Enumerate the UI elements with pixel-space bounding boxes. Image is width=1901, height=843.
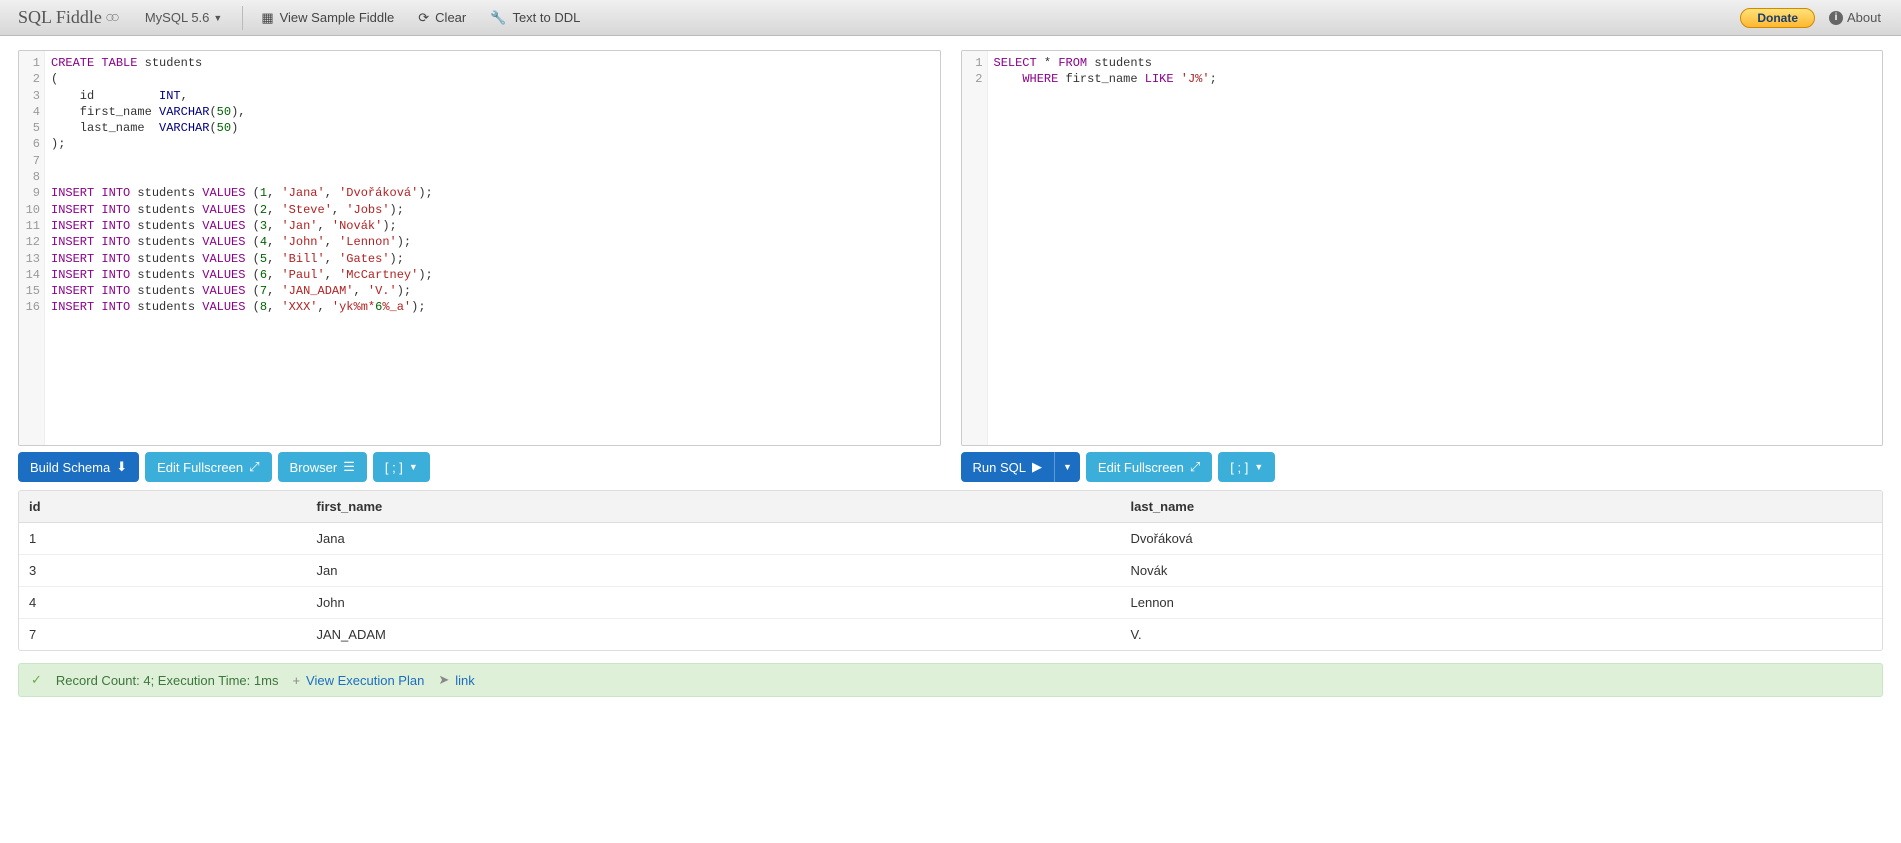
run-sql-group: Run SQL ▶ ▼	[961, 452, 1080, 482]
query-fullscreen-button[interactable]: Edit Fullscreen ⤢	[1086, 452, 1212, 482]
run-sql-dropdown[interactable]: ▼	[1054, 452, 1080, 482]
view-sample-label: View Sample Fiddle	[280, 10, 395, 25]
table-cell: Lennon	[1121, 587, 1883, 619]
db-engine-selector[interactable]: MySQL 5.6 ▼	[131, 10, 236, 25]
action-rows: Build Schema ⬇ Edit Fullscreen ⤢ Browser…	[0, 452, 1901, 490]
column-header: last_name	[1121, 491, 1883, 523]
table-cell: JAN_ADAM	[307, 619, 1121, 651]
permalink-group[interactable]: ➤ link	[438, 672, 474, 688]
refresh-icon: ⟳	[418, 10, 429, 26]
logo[interactable]: SQL Fiddle	[6, 7, 131, 28]
wrench-icon: 🔧	[490, 10, 506, 26]
donate-button[interactable]: Donate	[1740, 8, 1815, 28]
topbar: SQL Fiddle MySQL 5.6 ▼ ▦ View Sample Fid…	[0, 0, 1901, 36]
clear-button[interactable]: ⟳ Clear	[406, 10, 478, 26]
text-to-ddl-button[interactable]: 🔧 Text to DDL	[478, 10, 592, 26]
table-cell: Jana	[307, 523, 1121, 555]
about-button[interactable]: i About	[1815, 10, 1895, 25]
table-cell: Dvořáková	[1121, 523, 1883, 555]
expand-icon: ⤢	[1190, 459, 1200, 475]
exec-plan-link[interactable]: View Execution Plan	[306, 673, 424, 688]
run-sql-button[interactable]: Run SQL ▶	[961, 452, 1054, 482]
table-cell: V.	[1121, 619, 1883, 651]
exec-plan-group[interactable]: + View Execution Plan	[292, 673, 424, 688]
permalink[interactable]: link	[455, 673, 475, 688]
schema-actions: Build Schema ⬇ Edit Fullscreen ⤢ Browser…	[18, 452, 941, 482]
query-terminator-label: [ ; ]	[1230, 460, 1248, 475]
view-sample-button[interactable]: ▦ View Sample Fiddle	[249, 10, 406, 26]
logo-text: SQL Fiddle	[18, 7, 102, 28]
table-cell: Novák	[1121, 555, 1883, 587]
table-row: 1JanaDvořáková	[19, 523, 1882, 555]
schema-code[interactable]: CREATE TABLE students ( id INT, first_na…	[45, 51, 439, 445]
clear-label: Clear	[435, 10, 466, 25]
table-cell: 1	[19, 523, 307, 555]
schema-fullscreen-label: Edit Fullscreen	[157, 460, 243, 475]
table-row: 3JanNovák	[19, 555, 1882, 587]
divider	[242, 6, 243, 30]
table-row: 4JohnLennon	[19, 587, 1882, 619]
play-icon: ▶	[1032, 459, 1042, 475]
grid-icon: ▦	[261, 10, 273, 26]
build-schema-button[interactable]: Build Schema ⬇	[18, 452, 139, 482]
query-actions: Run SQL ▶ ▼ Edit Fullscreen ⤢ [ ; ] ▼	[961, 452, 1884, 482]
browser-button[interactable]: Browser ☰	[278, 452, 367, 482]
status-bar: ✓ Record Count: 4; Execution Time: 1ms +…	[18, 663, 1883, 697]
caret-down-icon: ▼	[1063, 462, 1072, 472]
results-table: idfirst_namelast_name 1JanaDvořáková3Jan…	[18, 490, 1883, 651]
query-code[interactable]: SELECT * FROM students WHERE first_name …	[988, 51, 1223, 445]
check-icon: ✓	[31, 672, 42, 688]
schema-terminator-label: [ ; ]	[385, 460, 403, 475]
column-header: id	[19, 491, 307, 523]
schema-editor[interactable]: 12345678910111213141516 CREATE TABLE stu…	[18, 50, 941, 446]
info-icon: i	[1829, 11, 1843, 25]
results-header-row: idfirst_namelast_name	[19, 491, 1882, 523]
table-row: 7JAN_ADAMV.	[19, 619, 1882, 651]
expand-icon: ⤢	[249, 459, 259, 475]
query-fullscreen-label: Edit Fullscreen	[1098, 460, 1184, 475]
query-line-gutter: 12	[962, 51, 988, 445]
schema-line-gutter: 12345678910111213141516	[19, 51, 45, 445]
schema-fullscreen-button[interactable]: Edit Fullscreen ⤢	[145, 452, 271, 482]
text-to-ddl-label: Text to DDL	[512, 10, 580, 25]
query-terminator-button[interactable]: [ ; ] ▼	[1218, 452, 1275, 482]
status-summary: Record Count: 4; Execution Time: 1ms	[56, 673, 279, 688]
table-cell: Jan	[307, 555, 1121, 587]
table-cell: 4	[19, 587, 307, 619]
share-icon: ➤	[438, 672, 449, 688]
download-icon: ⬇	[116, 459, 127, 475]
schema-terminator-button[interactable]: [ ; ] ▼	[373, 452, 430, 482]
caret-down-icon: ▼	[213, 13, 222, 23]
build-schema-label: Build Schema	[30, 460, 110, 475]
table-cell: 7	[19, 619, 307, 651]
list-icon: ☰	[343, 459, 355, 475]
caret-down-icon: ▼	[409, 462, 418, 472]
logo-icon	[106, 11, 119, 24]
table-cell: 3	[19, 555, 307, 587]
column-header: first_name	[307, 491, 1121, 523]
editor-panels: 12345678910111213141516 CREATE TABLE stu…	[0, 36, 1901, 452]
query-editor[interactable]: 12 SELECT * FROM students WHERE first_na…	[961, 50, 1884, 446]
caret-down-icon: ▼	[1254, 462, 1263, 472]
plus-icon: +	[292, 673, 300, 688]
db-engine-label: MySQL 5.6	[145, 10, 210, 25]
about-label: About	[1847, 10, 1881, 25]
table-cell: John	[307, 587, 1121, 619]
browser-label: Browser	[290, 460, 338, 475]
run-sql-label: Run SQL	[973, 460, 1026, 475]
